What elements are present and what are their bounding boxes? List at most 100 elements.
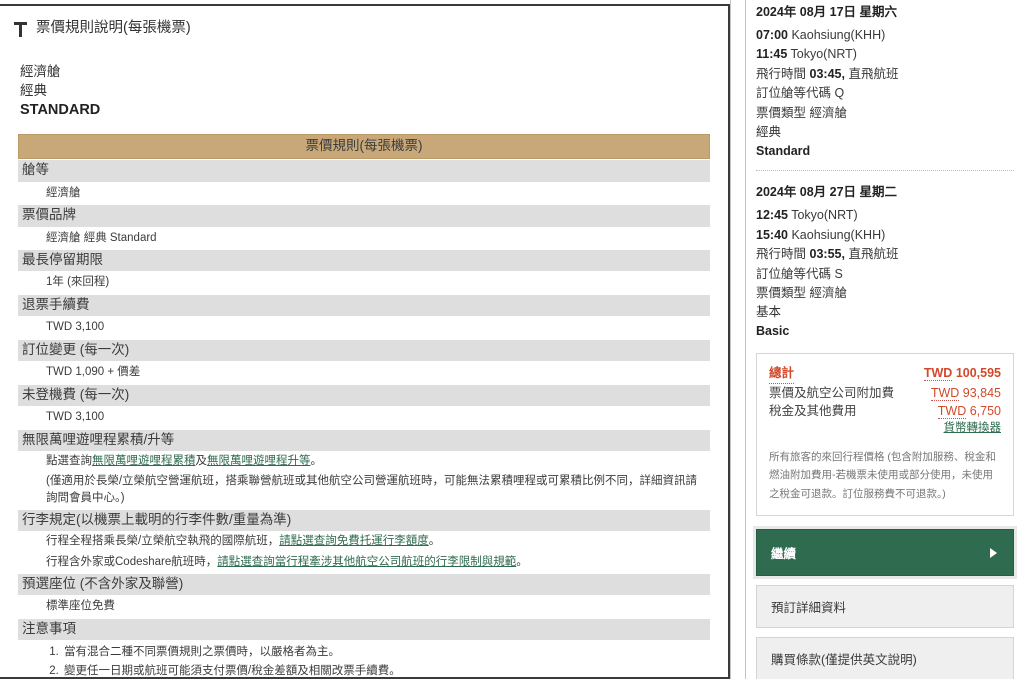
segment-date-return: 2024年 08月 27日 星期二: [756, 185, 898, 200]
fare-type-value: 經濟艙: [809, 105, 848, 120]
continue-button-label: 繼續: [771, 547, 797, 562]
segment-date-outbound: 2024年 08月 17日 星期六: [756, 5, 898, 19]
segment-departure-outbound: 07:00 Kaohsiung(KHH): [756, 26, 1014, 45]
fare-value: TWD 93,845: [930, 384, 1001, 403]
baggage-allowance-link[interactable]: 請點選查詢免費托運行李額度: [279, 535, 429, 547]
segment-arrival-outbound: 11:45 Tokyo(NRT): [756, 45, 1014, 64]
fare-amount: 93,845: [962, 385, 1001, 400]
rule-value-baggage-own: 行程全程搭乘長榮/立榮航空執飛的國際航班，請點選查詢免費托運行李額度。: [18, 531, 710, 552]
rule-label-change-fee: 訂位變更 (每一次): [18, 340, 710, 362]
rule-value-change-fee: TWD 1,090 + 價差: [46, 366, 141, 379]
booking-class-label: 訂位艙等代碼: [756, 266, 832, 281]
duration-label: 飛行時間: [756, 66, 807, 81]
arrival-city: Tokyo(NRT): [790, 47, 857, 62]
brand-family: 經典: [20, 82, 47, 98]
booking-details-button[interactable]: 預訂詳細資料: [756, 585, 1014, 629]
fare-brand-block: 經濟艙 經典 STANDARD: [0, 39, 728, 120]
duration-value: 03:55,: [809, 247, 845, 262]
fare-rules-modal: 票價規則說明(每張機票) 經濟艙 經典 STANDARD 票價規則(每張機票) …: [0, 4, 730, 679]
rule-label-fare-brand: 票價品牌: [18, 205, 710, 227]
stops-value: 直飛航班: [848, 247, 899, 262]
segment-arrival-return: 15:40 Kaohsiung(KHH): [756, 226, 1014, 245]
rule-note-mileage: (僅適用於長榮/立榮航空營運航班，搭乘聯營航班或其他航空公司營運航班時，可能無法…: [46, 474, 698, 504]
booking-class-label: 訂位艙等代碼: [756, 86, 832, 101]
currency-converter-link[interactable]: 貨幣轉換器: [944, 422, 1002, 434]
booking-class-value: Q: [834, 86, 845, 101]
departure-time: 12:45: [756, 208, 788, 223]
pushpin-icon: [14, 21, 28, 39]
segment-fare-brand-return: Basic: [756, 324, 790, 338]
fare-type-value: 經濟艙: [809, 285, 848, 300]
segment-fare-family-outbound: 經典: [756, 124, 782, 139]
modal-title: 票價規則說明(每張機票): [36, 20, 191, 36]
baggage-row2-prefix: 行程含外家或Codeshare航班時，: [46, 556, 218, 569]
purchase-terms-button[interactable]: 購買條款(僅提供英文說明): [756, 637, 1014, 679]
rule-label-cabin: 艙等: [18, 160, 710, 182]
price-row-total: 總計 TWD 100,595: [769, 364, 1001, 384]
arrival-city: Kaohsiung(KHH): [791, 227, 886, 242]
rule-value-max-stay: 1年 (來回程): [46, 276, 110, 289]
stops-value: 直飛航班: [848, 66, 899, 81]
tax-currency: TWD: [937, 404, 967, 420]
mileage-upgrade-link[interactable]: 無限萬哩遊哩程升等: [207, 455, 311, 467]
segment-duration-outbound: 飛行時間 03:45, 直飛航班: [756, 65, 1014, 84]
rule-value-baggage-codeshare: 行程含外家或Codeshare航班時，請點選查詢當行程牽涉其他航空公司航班的行李…: [18, 552, 710, 573]
modal-header: 票價規則說明(每張機票): [0, 6, 728, 39]
departure-time: 07:00: [756, 28, 788, 42]
duration-label: 飛行時間: [756, 247, 807, 262]
total-currency: TWD: [923, 365, 953, 381]
rule-label-max-stay: 最長停留期限: [18, 250, 710, 272]
panel-gutter: [730, 0, 745, 679]
mileage-prefix: 點選查詢: [46, 455, 92, 467]
segment-fare-type-outbound: 票價類型 經濟艙: [756, 104, 1014, 123]
total-amount: 100,595: [955, 365, 1001, 380]
fare-type-label: 票價類型: [756, 105, 807, 120]
rule-value-cabin: 經濟艙: [46, 186, 81, 199]
fare-rules-table: 票價規則(每張機票) 艙等 經濟艙 票價品牌 經濟艙 經典 Standard 最…: [18, 134, 710, 677]
rules-title-bar: 票價規則(每張機票): [18, 134, 710, 160]
mileage-accrual-link[interactable]: 無限萬哩遊哩程累積: [92, 455, 196, 467]
segment-booking-class-outbound: 訂位艙等代碼 Q: [756, 84, 1014, 103]
page-root: 票價規則說明(每張機票) 經濟艙 經典 STANDARD 票價規則(每張機票) …: [0, 0, 1024, 679]
baggage-row1-prefix: 行程全程搭乘長榮/立榮航空執飛的國際航班，: [46, 535, 280, 548]
departure-city: Tokyo(NRT): [791, 208, 858, 223]
fare-type-label: 票價類型: [756, 285, 807, 300]
rule-label-seat-selection: 預選座位 (不含外家及聯營): [18, 573, 710, 595]
note-item: 變更任一日期或航班可能須支付票價/稅金差額及相關改票手續費。: [62, 662, 696, 677]
itinerary-sidebar: 2024年 08月 17日 星期六 07:00 Kaohsiung(KHH) 1…: [745, 0, 1024, 679]
rule-value-seat-selection: 標準座位免費: [46, 599, 115, 612]
departure-city: Kaohsiung(KHH): [791, 28, 886, 42]
rule-value-noshow-fee: TWD 3,100: [46, 411, 105, 424]
fare-currency: TWD: [930, 385, 960, 401]
duration-value: 03:45,: [809, 66, 845, 81]
price-summary-box: 總計 TWD 100,595 票價及航空公司附加費 TWD 93,845 稅金及…: [756, 352, 1014, 517]
baggage-codeshare-link[interactable]: 請點選查詢當行程牽涉其他航空公司航班的行李限制與規範: [217, 556, 516, 568]
rule-value-fare-brand: 經濟艙 經典 Standard: [46, 231, 157, 244]
segment-departure-return: 12:45 Tokyo(NRT): [756, 206, 1014, 225]
brand-cabin: 經濟艙: [20, 64, 61, 79]
segment-fare-type-return: 票價類型 經濟艙: [756, 284, 1014, 303]
rule-label-baggage: 行李規定(以機票上載明的行李件數/重量為準): [18, 510, 710, 532]
continue-button[interactable]: 繼續: [756, 529, 1014, 577]
fare-label: 票價及航空公司附加費: [769, 385, 895, 400]
segment-fare-family-return: 基本: [756, 305, 782, 320]
total-label: 總計: [769, 364, 795, 384]
total-value: TWD 100,595: [923, 364, 1001, 383]
notes-list: 當有混合二種不同票價規則之票價時，以嚴格者為主。 變更任一日期或航班可能須支付票…: [18, 643, 710, 677]
tax-amount: 6,750: [969, 404, 1001, 419]
rule-value-refund-fee: TWD 3,100: [46, 321, 105, 334]
rule-label-notes: 注意事項: [18, 618, 710, 640]
price-disclaimer: 所有旅客的來回行程價格 (包含附加服務、稅金和燃油附加費用-若機票未使用或部分使…: [769, 450, 996, 500]
arrival-time: 11:45: [756, 47, 788, 62]
segment-fare-brand-outbound: Standard: [756, 143, 811, 158]
rule-label-noshow-fee: 未登機費 (每一次): [18, 384, 710, 407]
arrival-time: 15:40: [756, 227, 788, 242]
baggage-row1-suffix: 。: [428, 535, 441, 548]
currency-converter-row: 貨幣轉換器: [769, 419, 1002, 436]
price-row-fare: 票價及航空公司附加費 TWD 93,845: [769, 384, 1001, 403]
brand-standard: STANDARD: [20, 102, 101, 119]
baggage-row2-suffix: 。: [516, 556, 528, 569]
segment-duration-return: 飛行時間 03:55, 直飛航班: [756, 245, 1014, 264]
booking-class-value: S: [834, 266, 843, 281]
tax-label: 稅金及其他費用: [769, 404, 857, 419]
